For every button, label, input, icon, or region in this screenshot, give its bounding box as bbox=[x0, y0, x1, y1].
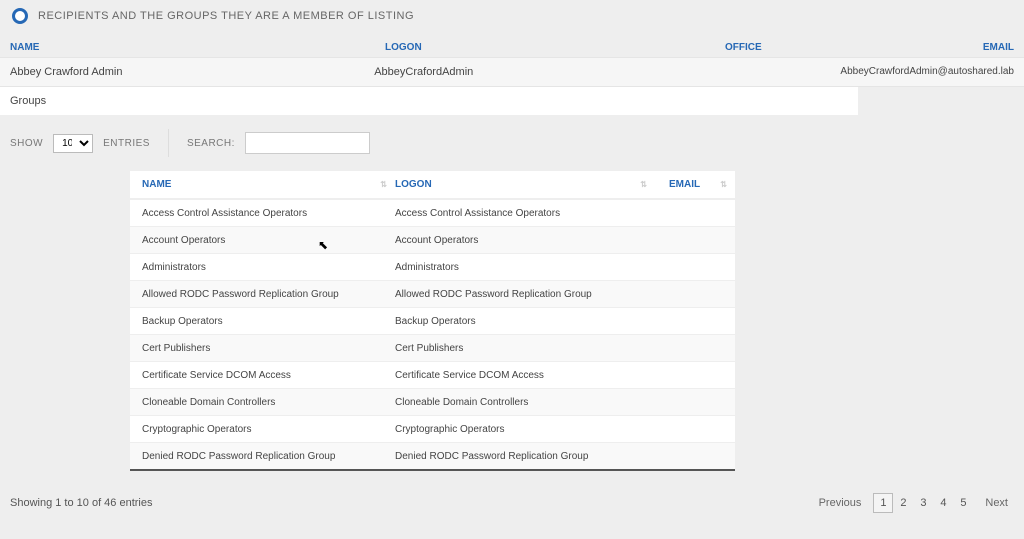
table-row[interactable]: Account OperatorsAccount Operators bbox=[130, 226, 735, 253]
cell-name: Cert Publishers bbox=[130, 343, 395, 354]
cell-logon: Administrators bbox=[395, 262, 655, 273]
show-select[interactable]: 10 bbox=[53, 134, 93, 153]
col-header-email[interactable]: EMAIL ⇅ bbox=[655, 179, 735, 190]
search-input[interactable] bbox=[245, 132, 370, 154]
cell-name: Account Operators bbox=[130, 235, 395, 246]
col-header-name-text: NAME bbox=[142, 179, 171, 190]
next-button[interactable]: Next bbox=[979, 497, 1014, 509]
info-row: Abbey Crawford Admin AbbeyCrafordAdmin A… bbox=[0, 57, 1024, 87]
cell-name: Cryptographic Operators bbox=[130, 424, 395, 435]
table-row[interactable]: Access Control Assistance OperatorsAcces… bbox=[130, 199, 735, 226]
groups-section-label: Groups bbox=[0, 87, 858, 115]
table-row[interactable]: Denied RODC Password Replication GroupDe… bbox=[130, 442, 735, 469]
groups-table-header: NAME ⇅ LOGON ⇅ EMAIL ⇅ bbox=[130, 171, 735, 199]
col-header-name[interactable]: NAME ⇅ bbox=[130, 179, 395, 190]
cell-name: Cloneable Domain Controllers bbox=[130, 397, 395, 408]
sort-icon: ⇅ bbox=[640, 180, 655, 189]
info-header-logon[interactable]: LOGON bbox=[385, 42, 725, 53]
info-header-office[interactable]: OFFICE bbox=[725, 42, 865, 53]
page-button-1[interactable]: 1 bbox=[873, 493, 893, 513]
cell-logon: Denied RODC Password Replication Group bbox=[395, 451, 655, 462]
table-row[interactable]: Cloneable Domain ControllersCloneable Do… bbox=[130, 388, 735, 415]
divider bbox=[168, 129, 169, 157]
col-header-logon[interactable]: LOGON ⇅ bbox=[395, 179, 655, 190]
cell-logon: Cryptographic Operators bbox=[395, 424, 655, 435]
table-row[interactable]: Certificate Service DCOM AccessCertifica… bbox=[130, 361, 735, 388]
info-header-name[interactable]: NAME bbox=[10, 42, 385, 53]
cell-name: Allowed RODC Password Replication Group bbox=[130, 289, 395, 300]
info-row-logon: AbbeyCrafordAdmin bbox=[374, 66, 704, 78]
table-row[interactable]: Cert PublishersCert Publishers bbox=[130, 334, 735, 361]
table-row[interactable]: AdministratorsAdministrators bbox=[130, 253, 735, 280]
groups-table: NAME ⇅ LOGON ⇅ EMAIL ⇅ Access Control As… bbox=[130, 171, 735, 471]
controls-row: SHOW 10 ENTRIES SEARCH: bbox=[0, 115, 1024, 171]
cell-logon: Access Control Assistance Operators bbox=[395, 208, 655, 219]
cell-logon: Allowed RODC Password Replication Group bbox=[395, 289, 655, 300]
cell-logon: Account Operators bbox=[395, 235, 655, 246]
cell-name: Certificate Service DCOM Access bbox=[130, 370, 395, 381]
cell-logon: Backup Operators bbox=[395, 316, 655, 327]
cell-name: Administrators bbox=[130, 262, 395, 273]
search-label: SEARCH: bbox=[187, 138, 235, 149]
table-row[interactable]: Allowed RODC Password Replication GroupA… bbox=[130, 280, 735, 307]
pagination: Previous 12345 Next bbox=[813, 493, 1014, 513]
page-button-3[interactable]: 3 bbox=[913, 493, 933, 513]
entries-label: ENTRIES bbox=[103, 138, 150, 149]
col-header-logon-text: LOGON bbox=[395, 179, 432, 190]
cell-name: Access Control Assistance Operators bbox=[130, 208, 395, 219]
col-header-email-text: EMAIL bbox=[669, 179, 700, 190]
cell-name: Backup Operators bbox=[130, 316, 395, 327]
table-row[interactable]: Backup OperatorsBackup Operators bbox=[130, 307, 735, 334]
sort-icon: ⇅ bbox=[380, 180, 395, 189]
footer: Showing 1 to 10 of 46 entries Previous 1… bbox=[0, 471, 1024, 513]
page-button-4[interactable]: 4 bbox=[933, 493, 953, 513]
info-row-name: Abbey Crawford Admin bbox=[10, 66, 374, 78]
page-button-5[interactable]: 5 bbox=[953, 493, 973, 513]
cell-logon: Cert Publishers bbox=[395, 343, 655, 354]
info-header: NAME LOGON OFFICE EMAIL bbox=[0, 32, 1024, 57]
cell-name: Denied RODC Password Replication Group bbox=[130, 451, 395, 462]
page-title: RECIPIENTS AND THE GROUPS THEY ARE A MEM… bbox=[38, 10, 414, 22]
circle-icon bbox=[12, 8, 28, 24]
cell-logon: Certificate Service DCOM Access bbox=[395, 370, 655, 381]
table-status: Showing 1 to 10 of 46 entries bbox=[10, 497, 152, 509]
show-label: SHOW bbox=[10, 138, 43, 149]
info-row-office bbox=[704, 66, 840, 78]
info-row-email: AbbeyCrawfordAdmin@autoshared.lab bbox=[840, 66, 1014, 78]
prev-button[interactable]: Previous bbox=[813, 497, 868, 509]
title-bar: RECIPIENTS AND THE GROUPS THEY ARE A MEM… bbox=[0, 0, 1024, 32]
page-button-2[interactable]: 2 bbox=[893, 493, 913, 513]
table-row[interactable]: Cryptographic OperatorsCryptographic Ope… bbox=[130, 415, 735, 442]
info-header-email[interactable]: EMAIL bbox=[865, 42, 1014, 53]
sort-icon: ⇅ bbox=[720, 180, 735, 189]
cell-logon: Cloneable Domain Controllers bbox=[395, 397, 655, 408]
